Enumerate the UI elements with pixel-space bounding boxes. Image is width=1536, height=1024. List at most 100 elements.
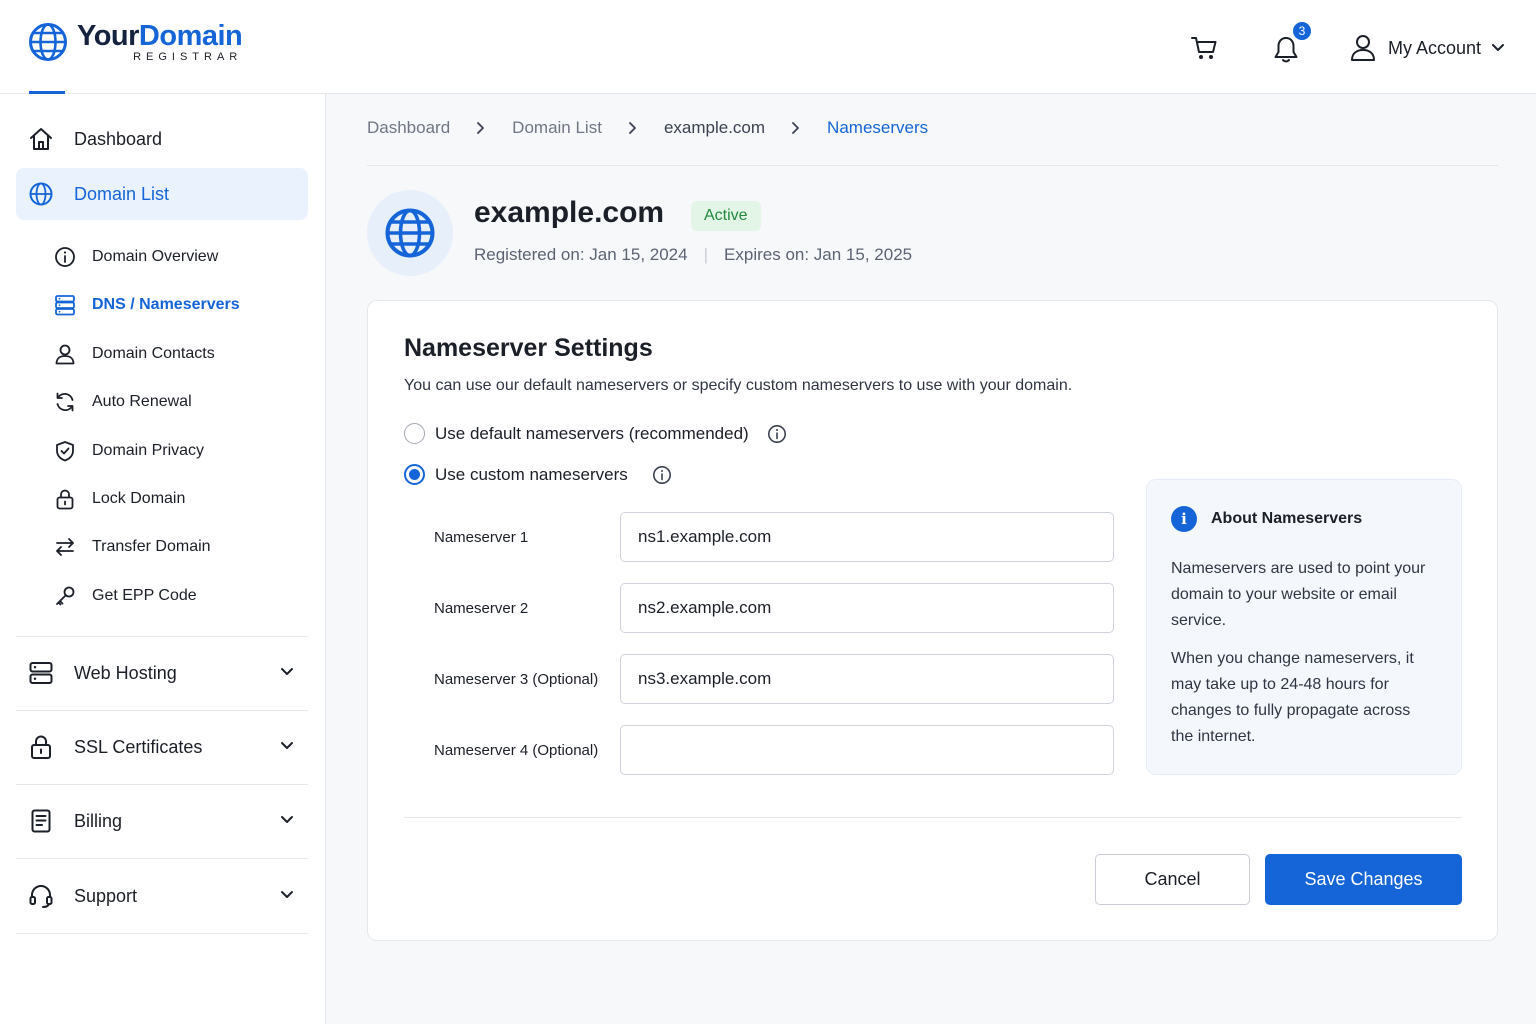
key-icon [56,586,75,606]
sidebar-subitem-domain-privacy[interactable]: Domain Privacy [54,433,204,469]
sidebar-divider [16,858,308,859]
sidebar-item-billing[interactable]: Billing [16,795,308,847]
chevron-down-icon [281,816,293,823]
transfer-icon [56,538,74,556]
info-icon [55,247,75,267]
account-label: My Account [1388,37,1482,58]
about-paragraph-1: Nameservers are used to point your domai… [1171,560,1426,629]
domain-dates: Registered on: Jan 15, 2024 | Expires on… [474,245,912,265]
sidebar-subitem-lock-domain[interactable]: Lock Domain [54,481,185,517]
expires-date: Expires on: Jan 15, 2025 [724,245,913,264]
sidebar-subitem-label: Lock Domain [92,490,186,507]
chevron-right-icon [792,122,799,134]
info-icon[interactable] [767,424,787,444]
about-title: About Nameservers [1211,510,1363,527]
logo-name-part2: Domain [138,20,243,52]
date-separator: | [703,245,709,264]
nameserver-3-input[interactable] [620,654,1114,704]
radio-default-nameservers[interactable]: Use default nameservers (recommended) [404,423,787,444]
sidebar-subitem-label: DNS / Nameservers [92,296,240,313]
nameserver-2-label: Nameserver 2 [434,600,529,617]
sidebar-item-domain-list[interactable]: Domain List [16,168,308,220]
cancel-button[interactable]: Cancel [1095,854,1250,905]
nameserver-settings-card: Nameserver Settings You can use our defa… [367,300,1498,941]
registered-date: Registered on: Jan 15, 2024 [474,245,688,264]
sidebar-subitem-dns-nameservers[interactable]: DNS / Nameservers [54,287,240,323]
save-changes-button[interactable]: Save Changes [1265,854,1462,905]
radio-button[interactable] [404,423,425,444]
user-icon [55,344,75,365]
nameserver-2-input[interactable] [620,583,1114,633]
chevron-down-icon [281,668,293,675]
sidebar-item-label: Web Hosting [74,662,177,683]
server-icon [55,295,75,316]
logo-name-part1: Your [77,20,139,52]
sidebar-subitem-label: Domain Contacts [92,345,215,362]
radio-button[interactable] [404,464,425,485]
globe-icon [29,182,53,206]
domain-name: example.com [474,196,665,229]
chevron-down-icon [281,891,293,898]
breadcrumb-domain-list[interactable]: Domain List [512,118,602,138]
sidebar-item-ssl-certificates[interactable]: SSL Certificates [16,721,308,773]
sidebar-item-label: Billing [74,810,123,831]
nameserver-4-label: Nameserver 4 (Optional) [434,742,599,759]
card-divider [404,817,1462,818]
user-icon [1351,35,1375,61]
about-paragraph-2: When you change nameservers, it may take… [1171,650,1414,745]
sidebar-subitem-transfer-domain[interactable]: Transfer Domain [54,529,211,565]
sidebar-divider [16,710,308,711]
sidebar-item-label: SSL Certificates [74,736,203,757]
breadcrumb-domain[interactable]: example.com [664,118,765,138]
globe-logo-icon [29,22,67,61]
lock-icon [31,735,51,759]
sidebar-item-support[interactable]: Support [16,870,308,922]
sidebar-subitem-get-epp-code[interactable]: Get EPP Code [54,578,197,614]
sidebar-divider [16,933,308,934]
sidebar-divider [16,784,308,785]
chevron-down-icon [1492,44,1505,51]
sidebar-subitem-label: Get EPP Code [92,587,197,604]
document-icon [31,809,51,833]
sidebar-subitem-domain-overview[interactable]: Domain Overview [54,239,218,275]
shield-icon [56,441,74,462]
domain-avatar [367,190,453,276]
sidebar-subitem-auto-renewal[interactable]: Auto Renewal [54,384,192,420]
account-menu[interactable]: My Account [1350,34,1505,62]
headset-icon [29,885,53,908]
globe-icon [385,208,435,258]
breadcrumb-current: Nameservers [827,118,929,137]
chevron-right-icon [629,122,636,134]
info-icon[interactable] [652,465,672,485]
server-icon [29,662,53,684]
breadcrumb: Dashboard Domain List example.com Namese… [367,118,928,138]
nameserver-1-input[interactable] [620,512,1114,562]
breadcrumb-dashboard[interactable]: Dashboard [367,118,450,138]
lock-icon [56,489,74,510]
sidebar-divider [16,636,308,637]
sidebar-subitem-label: Auto Renewal [92,393,192,410]
sidebar-item-label: Dashboard [74,128,163,149]
radio-label: Use default nameservers (recommended) [435,423,749,443]
about-nameservers-panel: i About Nameservers Nameservers are used… [1146,479,1462,775]
nameserver-1-label: Nameserver 1 [434,529,529,546]
top-bar: YourDomain REGISTRAR 3 My Account [0,0,1536,94]
sidebar-item-label: Domain List [74,183,170,204]
sidebar: Dashboard Domain List Domain Overview DN… [0,94,326,1024]
sidebar-subitem-label: Domain Privacy [92,442,205,459]
refresh-icon [56,392,74,412]
chevron-right-icon [477,122,485,134]
about-header: i About Nameservers [1171,506,1362,532]
info-icon: i [1171,506,1197,532]
chevron-down-icon [281,742,293,749]
logo[interactable]: YourDomain REGISTRAR [28,20,243,63]
cart-icon[interactable] [1190,34,1218,62]
sidebar-item-dashboard[interactable]: Dashboard [16,113,308,165]
nameserver-4-input[interactable] [620,725,1114,775]
radio-custom-nameservers[interactable]: Use custom nameservers [404,464,672,485]
notification-badge: 3 [1291,20,1313,42]
sidebar-subitem-domain-contacts[interactable]: Domain Contacts [54,336,215,372]
logo-subtitle: REGISTRAR [133,51,243,63]
sidebar-item-web-hosting[interactable]: Web Hosting [16,647,308,699]
nameserver-3-label: Nameserver 3 (Optional) [434,671,599,688]
